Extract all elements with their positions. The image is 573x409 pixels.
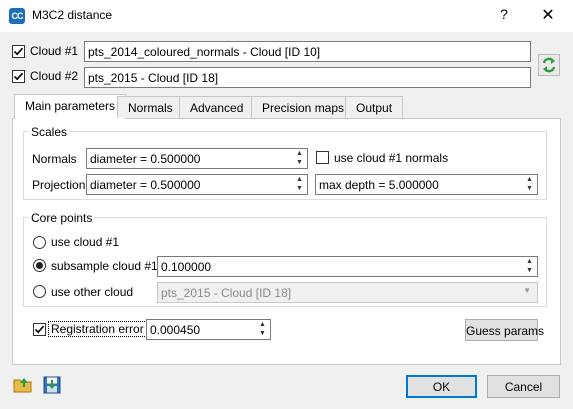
cloud2-checkbox[interactable] [12, 70, 25, 83]
tab-advanced[interactable]: Advanced [179, 96, 255, 118]
spin-arrows-icon[interactable]: ▲ ▼ [256, 321, 269, 338]
subsample-value: 0.100000 [161, 260, 212, 274]
subsample-cloud1-radio[interactable] [33, 259, 46, 272]
subsample-cloud1-label: subsample cloud #1 [51, 259, 158, 273]
normals-scale-value: diameter = 0.500000 [90, 152, 201, 166]
cloudcompare-logo-icon: CC [9, 8, 25, 24]
projection-label: Projection [32, 178, 86, 192]
checkmark-icon [13, 72, 24, 81]
tab-normals[interactable]: Normals [117, 96, 184, 118]
spin-arrows-icon[interactable]: ▲ ▼ [293, 176, 306, 193]
normals-scale-spinbox[interactable]: diameter = 0.500000 ▲ ▼ [86, 148, 308, 169]
help-button[interactable]: ? [490, 6, 518, 26]
window-title: M3C2 distance [32, 8, 113, 22]
normals-label: Normals [32, 152, 77, 166]
swap-clouds-button[interactable] [538, 54, 560, 76]
registration-error-checkbox[interactable] [33, 323, 46, 336]
tab-output[interactable]: Output [345, 96, 404, 118]
registration-error-value: 0.000450 [150, 323, 201, 337]
projection-scale-spinbox[interactable]: diameter = 0.500000 ▲ ▼ [86, 174, 308, 195]
subsample-spinbox[interactable]: 0.100000 ▲ ▼ [157, 256, 538, 277]
guess-params-button[interactable]: Guess params [465, 319, 544, 341]
close-button[interactable]: ✕ [534, 5, 562, 27]
load-parameters-icon [13, 378, 32, 393]
spin-arrows-icon[interactable]: ▲ ▼ [293, 150, 306, 167]
tab-main-parameters[interactable]: Main parameters [14, 94, 127, 119]
use-cloud1-radio[interactable] [33, 236, 46, 249]
chevron-down-icon: ▼ [523, 286, 531, 295]
cloud1-checkbox[interactable] [12, 45, 25, 58]
registration-error-label: Registration error [48, 321, 147, 337]
use-cloud1-normals-checkbox[interactable] [316, 151, 329, 164]
checkmark-icon [13, 47, 24, 56]
cloud2-label: Cloud #2 [30, 69, 79, 83]
save-parameters-icon [43, 376, 61, 394]
cloud1-combo[interactable]: pts_2014_coloured_normals - Cloud [ID 10… [84, 41, 531, 62]
other-cloud-value: pts_2015 - Cloud [ID 18] [161, 286, 292, 300]
max-depth-spinbox[interactable]: max depth = 5.000000 ▲ ▼ [315, 174, 538, 195]
use-cloud1-normals-label: use cloud #1 normals [334, 151, 449, 165]
use-cloud1-label: use cloud #1 [51, 235, 120, 249]
other-cloud-combo: pts_2015 - Cloud [ID 18] ▼ [157, 282, 538, 303]
max-depth-value: max depth = 5.000000 [319, 178, 439, 192]
scales-group-title: Scales [29, 125, 70, 139]
core-points-group-title: Core points [29, 211, 95, 225]
load-parameters-button[interactable] [12, 374, 34, 396]
registration-error-spinbox[interactable]: 0.000450 ▲ ▼ [146, 319, 271, 340]
cloud1-label: Cloud #1 [30, 44, 79, 58]
ok-button[interactable]: OK [406, 375, 477, 398]
save-parameters-button[interactable] [41, 374, 63, 396]
spin-arrows-icon[interactable]: ▲ ▼ [523, 258, 536, 275]
projection-scale-value: diameter = 0.500000 [90, 178, 201, 192]
cloud2-combo[interactable]: pts_2015 - Cloud [ID 18] [84, 67, 531, 88]
swap-clouds-icon [542, 57, 556, 73]
checkmark-icon [34, 325, 45, 334]
cancel-button[interactable]: Cancel [487, 375, 560, 398]
use-other-cloud-radio[interactable] [33, 285, 46, 298]
tab-precision-maps[interactable]: Precision maps [251, 96, 356, 118]
use-other-cloud-label: use other cloud [51, 285, 134, 299]
spin-arrows-icon[interactable]: ▲ ▼ [523, 176, 536, 193]
